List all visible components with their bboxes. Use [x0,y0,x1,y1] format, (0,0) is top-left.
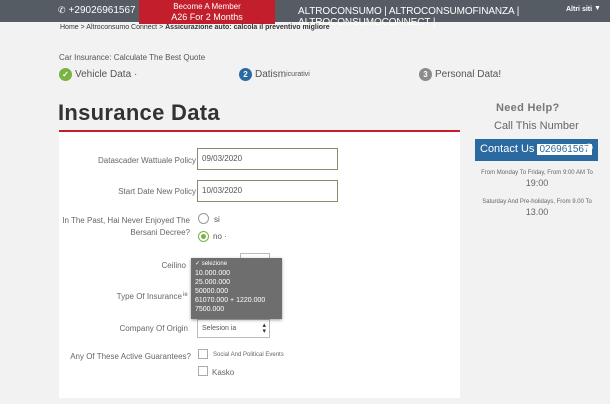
help-title: Need Help? [496,102,560,114]
phone-icon: ✆ [584,143,593,154]
step-insurance-data[interactable]: 2 Datism icurativi [239,68,310,81]
site-links[interactable]: ALTROCONSUMO | ALTROCONSUMOFINANZA | ALT… [298,6,610,28]
social-events-label: Social And Political Events [213,352,284,358]
social-events-checkbox[interactable] [198,349,208,359]
bersani-yes-label: si [214,215,220,224]
check-icon: ✓ [59,68,72,81]
breadcrumb-connect[interactable]: Altroconsumo Connect [86,24,157,31]
breadcrumb-current: Assicurazione auto: calcola il preventiv… [165,24,330,31]
contact-us-button[interactable]: Contact Us 026961567 ✆ [475,139,598,161]
origin-company-label: Company Of Origin [119,324,188,333]
dropdown-option[interactable]: 7500.000 [195,305,278,314]
step-personal-data[interactable]: 3 Personal Data! [419,68,501,81]
guarantees-label: Any Of These Active Guarantees? [70,352,191,361]
insurance-type-label: Type Of Insurance [116,292,182,301]
ceiling-label: Ceilino [161,261,186,270]
bersani-no-label: no · [213,232,227,241]
top-bar: ✆ +29026961567 Become A Member A26 For 2 … [0,0,610,28]
dropdown-option[interactable]: 25.000.000 [195,278,278,287]
chevron-down-icon[interactable]: ▼ [594,5,601,12]
steps-heading: Car Insurance: Calculate The Best Quote [59,53,206,62]
expiry-date-label: Datascader Wattuale Policy [98,156,196,165]
help-subtitle: Call This Number [494,120,579,132]
other-sites-link[interactable]: Altri siti [566,6,592,13]
dropdown-option[interactable]: 61070.000 + 1220.000 [195,296,278,305]
header-phone[interactable]: ✆ +29026961567 [58,5,136,16]
weekend-hours: Saturday And Pre-holidays, From 9.00 To … [482,199,592,217]
origin-company-select[interactable]: Selesion ia ▴ ▾ [197,319,270,338]
page-title: Insurance Data [58,100,220,125]
bersani-no-radio[interactable] [198,231,209,242]
expiry-date-input[interactable]: 09/03/2020 [197,148,338,170]
breadcrumb: Home > Altroconsumo Connect > Assicurazi… [60,24,330,31]
kasko-label: Kasko [212,368,235,377]
start-date-label: Start Date New Policy [118,187,196,196]
breadcrumb-home[interactable]: Home [60,24,79,31]
chevron-updown-icon: ▴ ▾ [262,322,266,335]
ceiling-dropdown[interactable]: ✓ selezione 10.000.000 25.000.000 50000.… [191,258,282,319]
bersani-label: In The Past, Hai Never Enjoyed The Bersa… [62,216,190,237]
kasko-checkbox[interactable] [198,366,208,376]
step-vehicle-data[interactable]: ✓ Vehicle Data · [59,68,137,81]
dropdown-option[interactable]: 50000.000 [195,287,278,296]
bersani-yes-radio[interactable] [198,213,209,224]
phone-icon: ✆ [58,5,66,15]
weekday-hours: From Monday To Friday, From 9:00 AM To 1… [481,170,593,188]
start-date-input[interactable]: 10/03/2020 [197,180,338,202]
promo-banner[interactable]: Become A Member A26 For 2 Months [139,0,275,24]
dropdown-option[interactable]: 10.000.000 [195,269,278,278]
dropdown-option[interactable]: ✓ selezione [195,260,278,269]
